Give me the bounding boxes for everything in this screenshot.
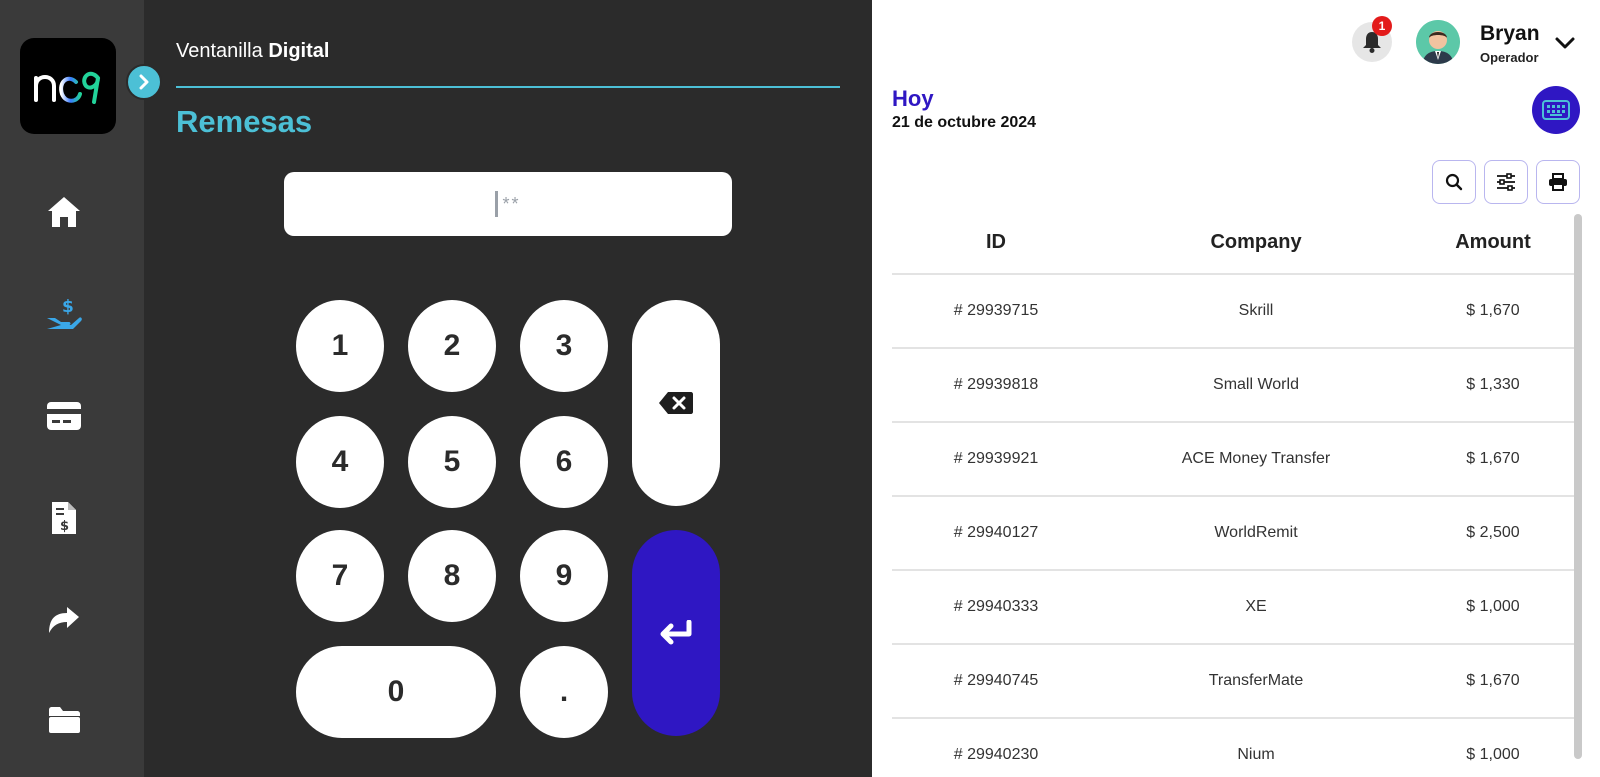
search-icon (1445, 173, 1463, 191)
transactions-table-container: ID Company Amount # 29939715 Skrill $ 1,… (892, 212, 1574, 777)
printer-icon (1549, 173, 1567, 191)
backspace-icon (659, 392, 693, 414)
avatar[interactable] (1416, 20, 1460, 64)
table-row[interactable]: # 29939715 Skrill $ 1,670 (892, 274, 1574, 349)
cell-company: XE (1100, 570, 1412, 645)
cell-id: # 29939818 (892, 348, 1100, 423)
column-header-id[interactable]: ID (892, 212, 1100, 275)
brand-logo[interactable] (20, 38, 116, 134)
key-5[interactable]: 5 (408, 416, 496, 508)
credit-card-icon (47, 402, 81, 430)
page-title: Remesas (176, 104, 313, 139)
sidebar: $ $ (0, 0, 144, 777)
sliders-icon (1497, 173, 1515, 191)
table-scrollbar[interactable] (1574, 214, 1582, 759)
user-role: Operador (1480, 50, 1539, 65)
keyboard-icon (1542, 100, 1570, 120)
cell-id: # 29939921 (892, 422, 1100, 497)
current-date: 21 de octubre 2024 (892, 114, 1037, 131)
key-1[interactable]: 1 (296, 300, 384, 392)
key-9[interactable]: 9 (520, 530, 608, 622)
chevron-down-icon (1555, 37, 1575, 49)
cell-amount: $ 1,330 (1412, 348, 1574, 423)
table-row[interactable]: # 29939921 ACE Money Transfer $ 1,670 (892, 422, 1574, 497)
cell-id: # 29939715 (892, 274, 1100, 349)
chevron-right-icon (139, 74, 149, 90)
sidebar-expand-button[interactable] (126, 64, 162, 100)
cell-amount: $ 1,670 (1412, 274, 1574, 349)
cell-company: Skrill (1100, 274, 1412, 349)
sidebar-item-invoices[interactable]: $ (40, 494, 88, 542)
text-caret (495, 191, 499, 217)
key-3[interactable]: 3 (520, 300, 608, 392)
cell-amount: $ 1,670 (1412, 644, 1574, 719)
app-title-bold: Digital (268, 40, 330, 62)
table-row[interactable]: # 29940230 Nium $ 1,000 (892, 718, 1574, 777)
cell-company: Nium (1100, 718, 1412, 777)
key-7[interactable]: 7 (296, 530, 384, 622)
sidebar-item-files[interactable] (40, 696, 88, 744)
column-header-company[interactable]: Company (1100, 212, 1412, 275)
filter-button[interactable] (1484, 160, 1528, 204)
table-row[interactable]: # 29940333 XE $ 1,000 (892, 570, 1574, 645)
backspace-button[interactable] (632, 300, 720, 506)
hand-dollar-icon: $ (47, 297, 82, 329)
cell-amount: $ 1,670 (1412, 422, 1574, 497)
user-avatar-icon (1416, 20, 1460, 64)
svg-text:$: $ (62, 297, 74, 317)
key-6[interactable]: 6 (520, 416, 608, 508)
pin-masked-value: ** (502, 193, 521, 214)
cell-company: TransferMate (1100, 644, 1412, 719)
keypad-panel: Ventanilla Digital Remesas ** 1 2 3 4 5 … (144, 0, 872, 777)
sidebar-item-remesas[interactable]: $ (40, 290, 88, 338)
key-0[interactable]: 0 (296, 646, 496, 738)
folder-icon (49, 707, 80, 733)
user-menu-toggle[interactable] (1552, 30, 1578, 56)
sidebar-item-cards[interactable] (40, 392, 88, 440)
column-header-amount[interactable]: Amount (1412, 212, 1574, 275)
share-icon (49, 607, 79, 633)
key-4[interactable]: 4 (296, 416, 384, 508)
notification-badge: 1 (1372, 16, 1392, 36)
table-row[interactable]: # 29939818 Small World $ 1,330 (892, 348, 1574, 423)
cell-company: Small World (1100, 348, 1412, 423)
transactions-panel: 1 Bryan Operador Hoy 21 de octubre 2024 (872, 0, 1600, 777)
key-8[interactable]: 8 (408, 530, 496, 622)
keyboard-toggle-button[interactable] (1532, 86, 1580, 134)
cell-id: # 29940230 (892, 718, 1100, 777)
app-root: $ $ Ventanilla Digital Remesas ** 1 2 3 … (0, 0, 1600, 777)
cell-amount: $ 1,000 (1412, 718, 1574, 777)
cell-id: # 29940333 (892, 570, 1100, 645)
pin-input[interactable]: ** (284, 172, 732, 236)
app-title-light: Ventanilla (176, 40, 263, 62)
cell-id: # 29940745 (892, 644, 1100, 719)
enter-icon (660, 620, 692, 645)
key-decimal[interactable]: . (520, 646, 608, 738)
cell-company: WorldRemit (1100, 496, 1412, 571)
cell-id: # 29940127 (892, 496, 1100, 571)
title-divider (176, 86, 840, 88)
svg-text:$: $ (60, 519, 69, 534)
transactions-table: ID Company Amount # 29939715 Skrill $ 1,… (892, 212, 1574, 777)
invoice-icon: $ (52, 502, 76, 534)
user-name: Bryan (1480, 22, 1540, 45)
cell-company: ACE Money Transfer (1100, 422, 1412, 497)
cell-amount: $ 2,500 (1412, 496, 1574, 571)
key-2[interactable]: 2 (408, 300, 496, 392)
table-header-row: ID Company Amount (892, 212, 1574, 275)
enter-button[interactable] (632, 530, 720, 736)
search-button[interactable] (1432, 160, 1476, 204)
print-button[interactable] (1536, 160, 1580, 204)
sidebar-item-transfers[interactable] (40, 596, 88, 644)
sidebar-item-home[interactable] (40, 188, 88, 236)
table-row[interactable]: # 29940745 TransferMate $ 1,670 (892, 644, 1574, 719)
cell-amount: $ 1,000 (1412, 570, 1574, 645)
table-row[interactable]: # 29940127 WorldRemit $ 2,500 (892, 496, 1574, 571)
app-title: Ventanilla Digital (176, 40, 329, 63)
period-label: Hoy (892, 86, 934, 111)
home-icon (48, 197, 80, 227)
